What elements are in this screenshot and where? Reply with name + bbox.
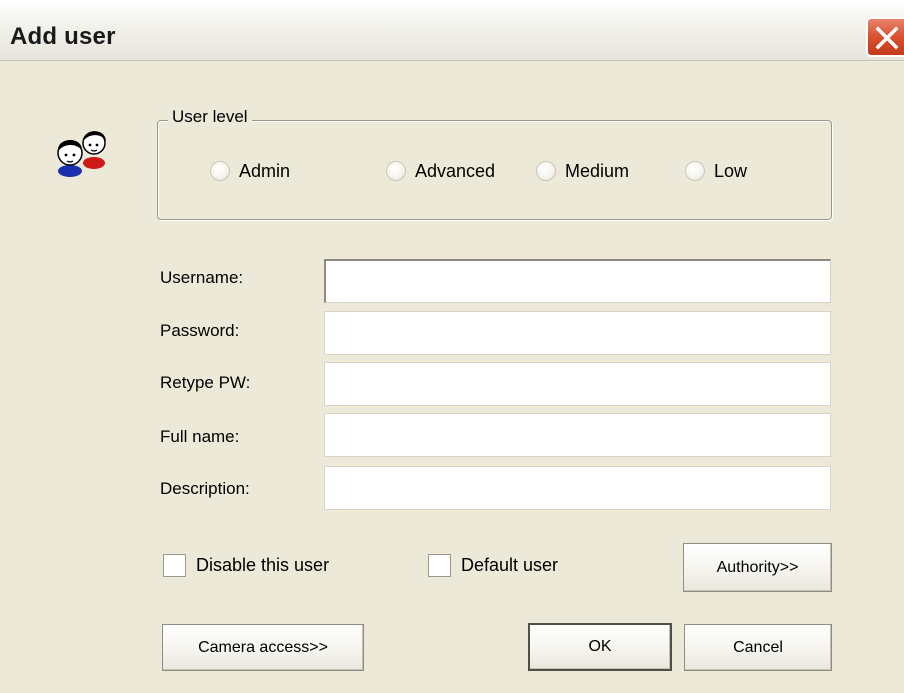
- default-user-checkbox[interactable]: Default user: [428, 552, 558, 578]
- full-name-input[interactable]: [324, 413, 831, 457]
- radio-circle[interactable]: [685, 161, 705, 181]
- users-icon: [57, 131, 106, 177]
- user-level-legend: User level: [168, 107, 252, 127]
- radio-admin-label: Admin: [239, 160, 291, 181]
- username-input[interactable]: [324, 259, 831, 303]
- checkbox-box[interactable]: [428, 553, 451, 577]
- radio-low-label: Low: [714, 160, 748, 181]
- radio-medium-label: Medium: [565, 160, 630, 181]
- radio-circle[interactable]: [536, 161, 556, 181]
- close-button[interactable]: [866, 17, 904, 57]
- radio-advanced[interactable]: Advanced: [386, 160, 495, 182]
- password-label: Password:: [160, 321, 240, 340]
- disable-user-label: Disable this user: [196, 554, 330, 575]
- window-title: Add user: [10, 23, 116, 50]
- authority-button[interactable]: Authority>>: [683, 543, 832, 592]
- title-bar[interactable]: Add user: [0, 0, 904, 61]
- checkbox-box[interactable]: [163, 553, 186, 577]
- radio-admin[interactable]: Admin: [210, 160, 290, 182]
- radio-low[interactable]: Low: [685, 160, 747, 182]
- username-label: Username:: [160, 268, 244, 287]
- radio-advanced-label: Advanced: [415, 160, 496, 181]
- radio-medium[interactable]: Medium: [536, 160, 629, 182]
- description-input[interactable]: [324, 466, 831, 510]
- default-user-label: Default user: [461, 554, 559, 575]
- add-user-dialog: Add user User level Admin Advanced Mediu…: [0, 0, 904, 693]
- cancel-button[interactable]: Cancel: [684, 624, 832, 671]
- camera-access-button[interactable]: Camera access>>: [162, 624, 364, 671]
- password-input[interactable]: [324, 311, 831, 355]
- close-icon: [875, 26, 899, 50]
- radio-circle[interactable]: [210, 161, 230, 181]
- retype-password-input[interactable]: [324, 362, 831, 406]
- ok-button[interactable]: OK: [528, 623, 672, 671]
- full-name-label: Full name:: [160, 427, 240, 446]
- description-label: Description:: [160, 479, 250, 498]
- disable-user-checkbox[interactable]: Disable this user: [163, 552, 329, 578]
- radio-circle[interactable]: [386, 161, 406, 181]
- retype-password-label: Retype PW:: [160, 373, 251, 392]
